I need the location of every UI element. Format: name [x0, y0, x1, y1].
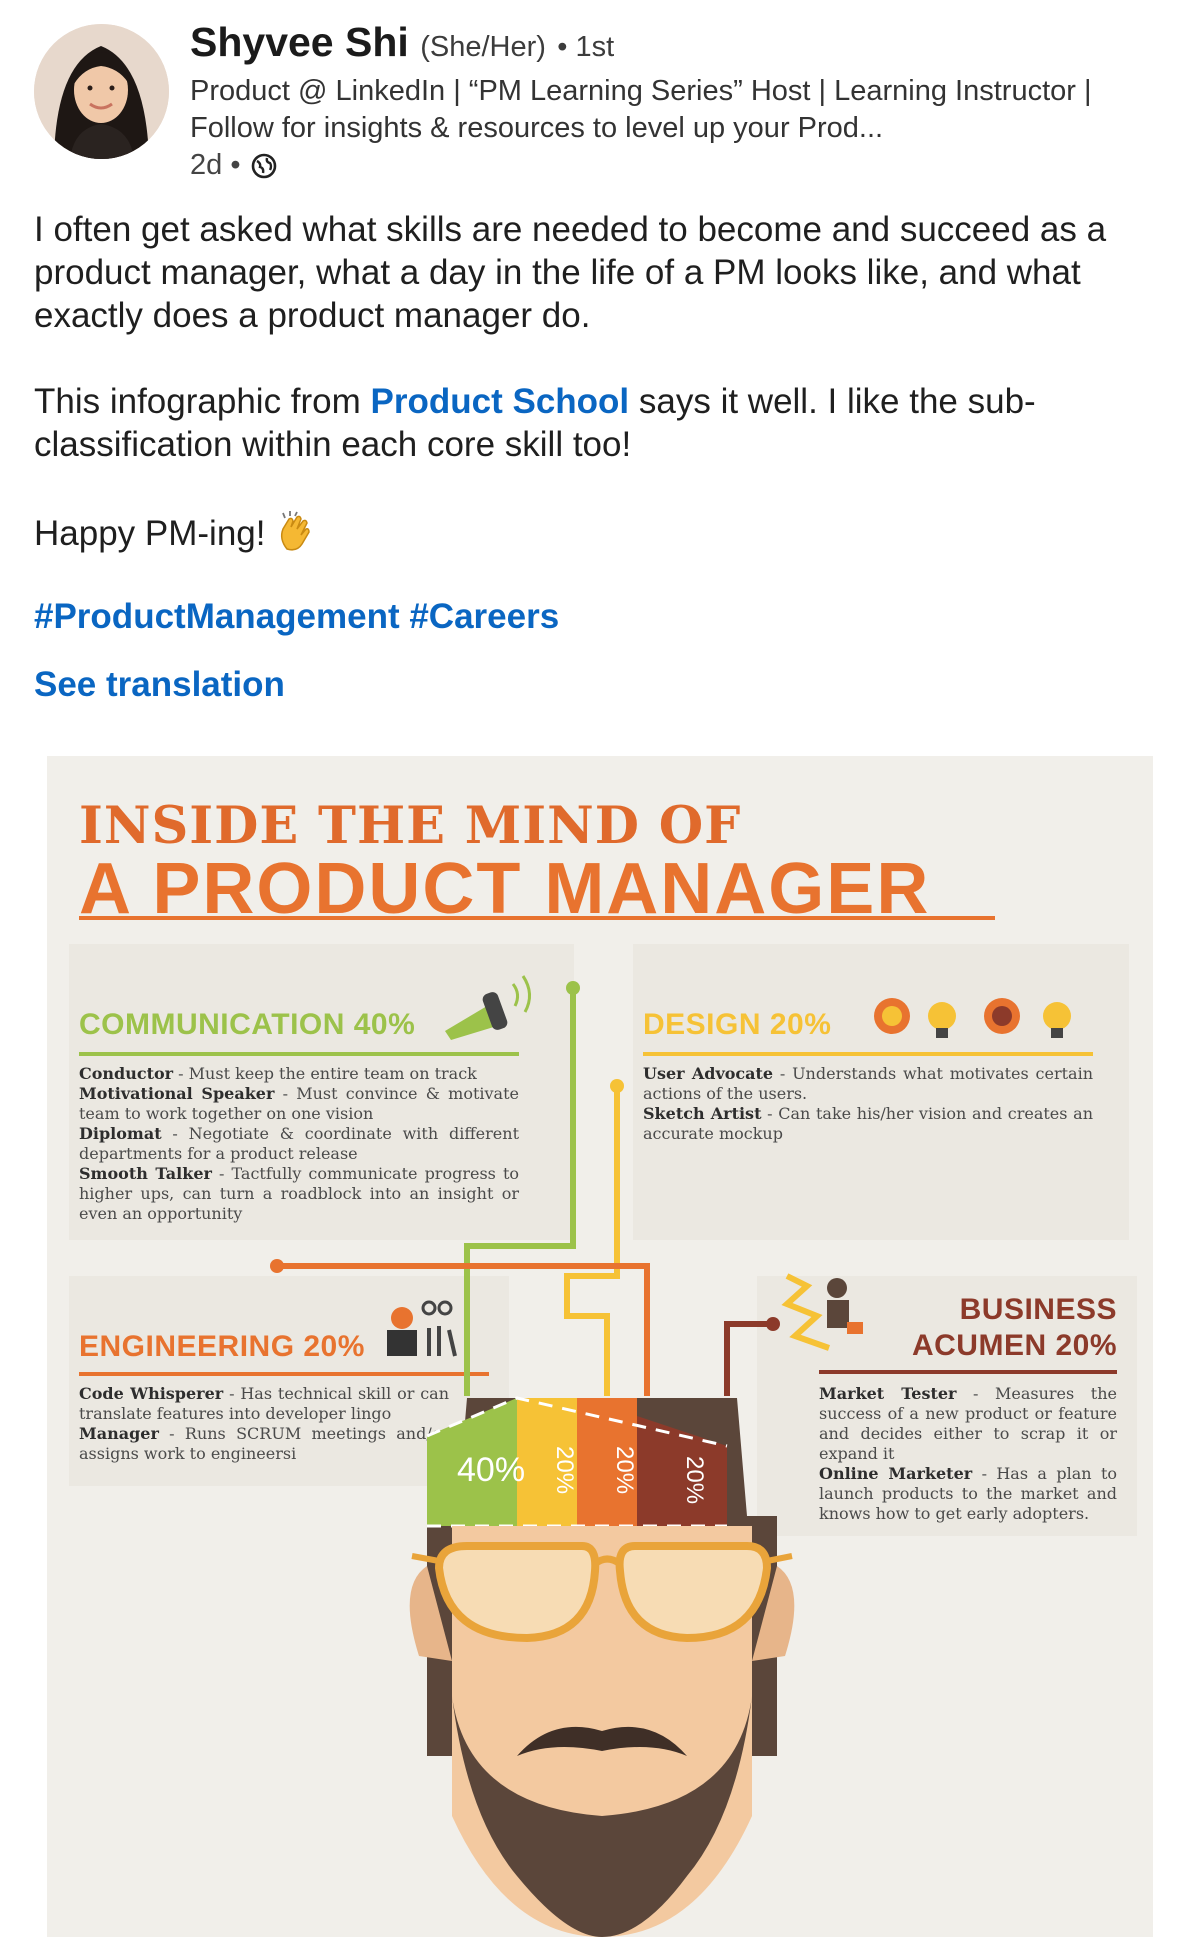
engineer-tools-icon [387, 1300, 457, 1357]
segment-label-20: 20% [551, 1446, 578, 1494]
connector-dot [270, 1259, 284, 1273]
avatar-portrait [34, 24, 169, 159]
globe-icon [252, 153, 277, 178]
engineering-connector [277, 1263, 650, 1396]
head-illustration: 40% 20% 20% 20% [270, 975, 1071, 1937]
author-pronouns: (She/Her) [420, 31, 546, 63]
connector-dot [766, 1317, 780, 1331]
post-paragraph-3: Happy PM-ing! [34, 509, 1174, 555]
post-paragraph-2: This infographic from Product School say… [34, 380, 1174, 466]
brain-bulb-icons [874, 998, 1071, 1038]
business-climber-icon [781, 1273, 863, 1351]
author-headline: Product @ LinkedIn | “PM Learning Series… [190, 75, 1092, 144]
post-body: I often get asked what skills are needed… [34, 208, 1174, 598]
hashtags-link[interactable]: #ProductManagement #Careers [34, 597, 559, 637]
post-time: 2d • [190, 149, 241, 181]
megaphone-icon [445, 975, 531, 1040]
communication-connector [464, 988, 576, 1396]
connector-dot [610, 1079, 624, 1093]
infographic-image[interactable]: INSIDE THE MIND OF A PRODUCT MANAGER COM… [47, 756, 1153, 1937]
product-school-link[interactable]: Product School [371, 382, 630, 421]
paragraph-2-text-start: This infographic from [34, 382, 371, 421]
segment-label-40: 40% [457, 1451, 525, 1489]
clapping-hands-icon [281, 511, 310, 551]
happy-pm-text: Happy PM-ing! [34, 514, 266, 553]
connection-degree: • 1st [557, 31, 615, 63]
see-translation-link[interactable]: See translation [34, 665, 285, 705]
connector-dot [566, 981, 580, 995]
segment-label-20: 20% [681, 1456, 708, 1504]
segment-label-20: 20% [611, 1446, 638, 1494]
author-avatar[interactable] [34, 24, 169, 159]
author-name[interactable]: Shyvee Shi [190, 19, 409, 65]
business-connector [724, 1321, 773, 1396]
post-header: Shyvee Shi (She/Her) • 1st Product @ Lin… [34, 18, 1174, 181]
post-paragraph-1: I often get asked what skills are needed… [34, 210, 1107, 335]
